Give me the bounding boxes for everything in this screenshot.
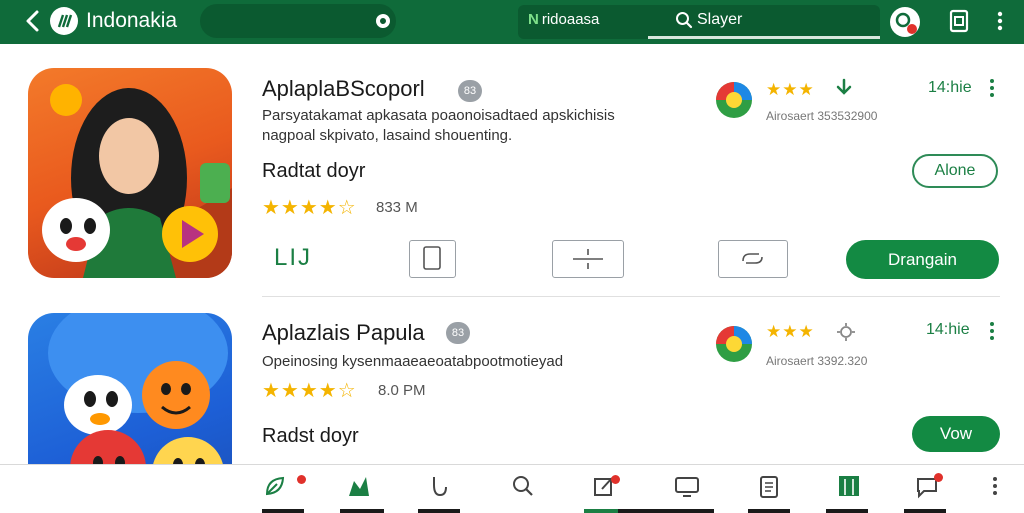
notification-dot (611, 475, 620, 484)
review-count-1: 14:hie (928, 79, 972, 96)
section-label-1: Radtat doyr (262, 160, 366, 182)
nav-indicator (618, 509, 714, 513)
leaf-icon[interactable] (262, 473, 288, 499)
book-icon[interactable] (836, 473, 862, 499)
tv-icon[interactable] (674, 473, 700, 499)
more-vert-icon[interactable] (990, 9, 1010, 33)
mini-stars-1: ★★★ (766, 80, 815, 99)
app-size-2: 8.0 PM (378, 382, 426, 399)
search-tag-label: ridoaasa (541, 11, 600, 28)
search-icon[interactable] (510, 473, 536, 499)
profile-icon[interactable] (890, 7, 920, 37)
app-icon-1[interactable] (28, 68, 232, 278)
app-title: Indonakia (86, 9, 178, 32)
nav-indicator (904, 509, 946, 513)
gesture-icon[interactable] (426, 473, 452, 499)
cast-icon[interactable] (946, 8, 972, 34)
li-label[interactable]: LIJ (274, 244, 312, 272)
mini-info-1: Airosaert 353532900 (766, 109, 878, 123)
record-dot-icon (376, 14, 390, 28)
clipboard-icon[interactable] (756, 473, 782, 499)
notification-dot (297, 475, 306, 484)
notification-dot (934, 473, 943, 482)
app-title-2[interactable]: Aplazlais Papula (262, 320, 425, 346)
app-size-1: 833 M (376, 199, 418, 216)
back-arrow-icon[interactable] (22, 9, 46, 33)
more-vert-icon[interactable] (988, 78, 996, 98)
settings-icon[interactable] (836, 322, 856, 342)
search-query[interactable]: Slayer (697, 11, 742, 29)
app-header: Indonakia Nridoaasa Slayer (0, 0, 1024, 44)
search-underline (648, 36, 880, 39)
download-arrow-icon[interactable] (834, 78, 854, 98)
link-icon[interactable] (718, 240, 788, 278)
developer-avatar-2[interactable] (716, 326, 752, 362)
app-description-2: Opeinosing kysenmaaeaeoatabpootmotieyad (262, 353, 564, 370)
header-pill[interactable] (200, 4, 396, 38)
developer-avatar-1[interactable] (716, 82, 752, 118)
chart-icon[interactable] (346, 473, 372, 499)
nav-indicator (262, 509, 304, 513)
more-vert-icon[interactable] (988, 321, 996, 341)
nav-indicator (748, 509, 790, 513)
list-divider (262, 296, 1000, 297)
more-vert-icon[interactable] (982, 473, 1008, 499)
app-logo-icon (50, 7, 78, 35)
app-badge-2: 83 (446, 322, 470, 344)
tablet-icon[interactable] (409, 240, 456, 278)
alone-button[interactable]: Alone (912, 154, 998, 188)
search-tag[interactable]: Nridoaasa (528, 11, 599, 28)
view-button[interactable]: Vow (912, 416, 1000, 452)
install-button[interactable]: Drangain (846, 240, 999, 279)
expand-icon[interactable] (552, 240, 624, 278)
rating-stars-2: ★★★★☆ (262, 380, 357, 402)
mini-info-2: Airosaert 3392.320 (766, 354, 868, 368)
app-description-1-line2: nagpoal skpivato, lasaind shouenting. (262, 127, 513, 144)
rating-stars-1: ★★★★☆ (262, 197, 357, 219)
app-badge-1: 83 (458, 80, 482, 102)
review-count-2: 14:hie (926, 321, 970, 338)
bottom-nav (0, 464, 1024, 513)
app-description-1-line1: Parsyatakamat apkasata poaonoisadtaed ap… (262, 107, 615, 124)
app-title-1[interactable]: AplaplaBScoporl (262, 76, 425, 102)
search-icon[interactable] (675, 11, 693, 29)
section-label-2: Radst doyr (262, 425, 359, 447)
nav-indicator (418, 509, 460, 513)
search-tag-mark: N (528, 11, 539, 28)
nav-indicator (826, 509, 868, 513)
app-description-1: Parsyatakamat apkasata poaonoisadtaed ap… (262, 106, 615, 146)
nav-indicator (340, 509, 384, 513)
mini-stars-2: ★★★ (766, 322, 815, 341)
